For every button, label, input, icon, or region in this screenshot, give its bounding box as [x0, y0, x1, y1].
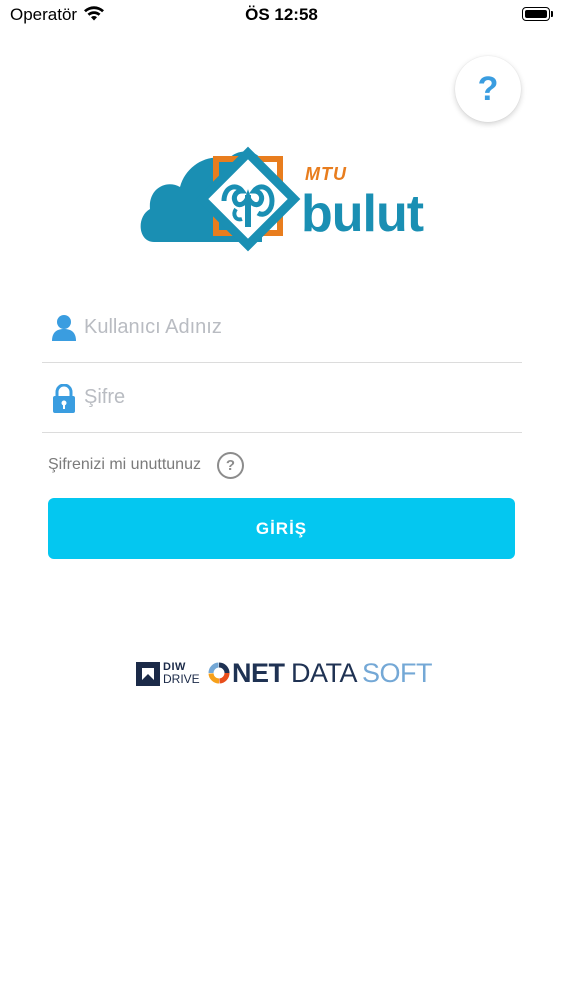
- netdatasoft-data: DATA: [291, 658, 358, 688]
- forgot-password-help-icon[interactable]: ?: [216, 451, 244, 479]
- logo-mtu-text: MTU: [305, 164, 347, 184]
- battery-icon: [522, 7, 550, 21]
- diwdrive-logo-icon: [136, 662, 160, 686]
- clock: ÖS 12:58: [245, 5, 318, 24]
- username-field: [42, 292, 522, 363]
- password-input[interactable]: [82, 376, 516, 418]
- username-input[interactable]: [82, 306, 516, 348]
- footer-logos: DIW DRIVE NET DATA SOFT: [136, 658, 436, 690]
- login-button[interactable]: GİRİŞ: [48, 498, 515, 559]
- lock-icon: [53, 384, 75, 413]
- netdatasoft-net: NET: [232, 658, 285, 688]
- battery-tip: [551, 11, 553, 17]
- status-bar: Operatör ÖS 12:58: [0, 0, 563, 30]
- forgot-password-row: Şifrenizi mi unuttunuz ?: [48, 451, 244, 479]
- help-button[interactable]: ?: [455, 56, 521, 122]
- user-icon: [52, 315, 76, 341]
- netdatasoft-ring-icon: [208, 662, 230, 684]
- logo-bulut-text: bulut: [301, 185, 424, 243]
- password-field: [42, 362, 522, 433]
- diwdrive-line2: DRIVE: [163, 672, 200, 686]
- forgot-password-link[interactable]: Şifrenizi mi unuttunuz: [48, 456, 201, 474]
- netdatasoft-soft: SOFT: [362, 658, 433, 688]
